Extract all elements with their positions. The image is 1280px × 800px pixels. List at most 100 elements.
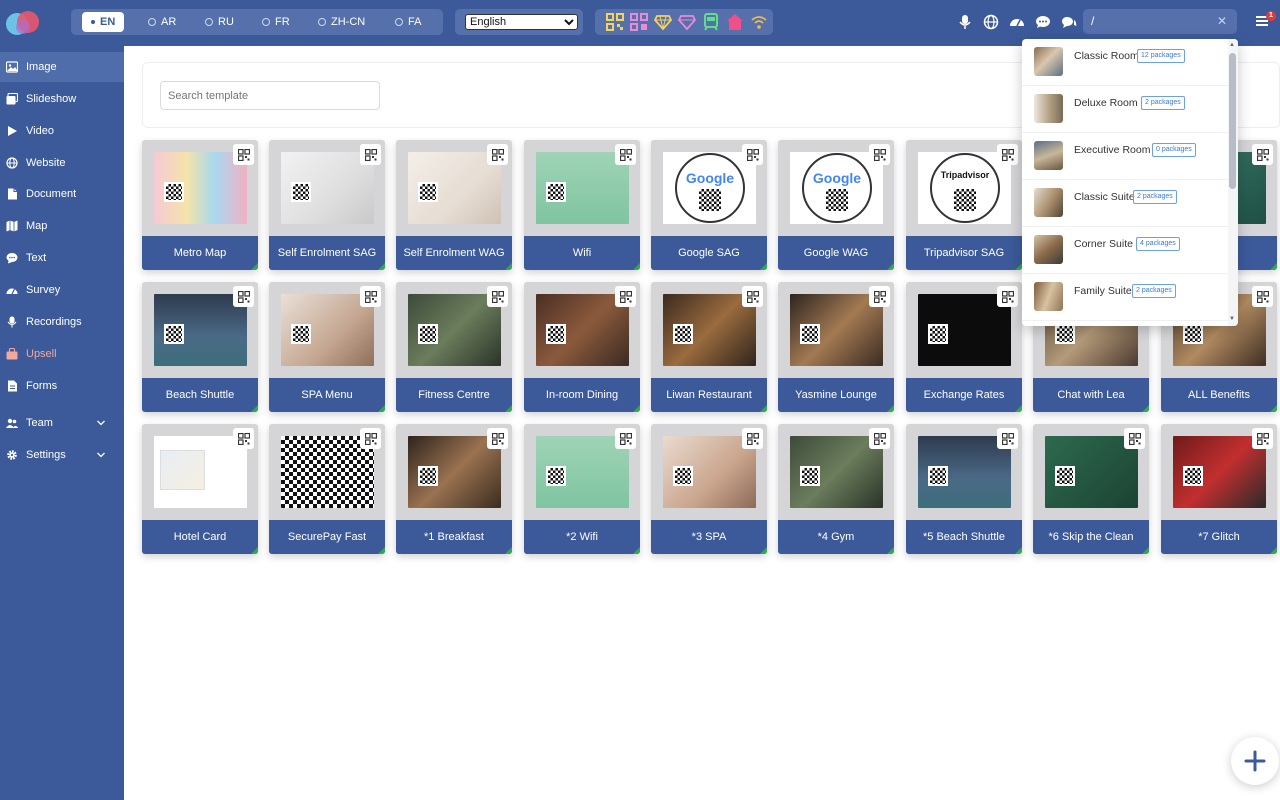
qr-code-button[interactable] xyxy=(360,428,381,449)
gem-icon[interactable] xyxy=(678,13,696,31)
template-label: *7 Glitch xyxy=(1161,520,1277,554)
qr-code-button[interactable] xyxy=(487,428,508,449)
sidebar-item-video[interactable]: Video xyxy=(0,116,124,146)
qr-code-button[interactable] xyxy=(742,144,763,165)
dropdown-item-corner-suite[interactable]: Corner Suite 4 packages xyxy=(1022,227,1228,274)
qr-code-button[interactable] xyxy=(1252,144,1273,165)
template-card-7-glitch[interactable]: *7 Glitch xyxy=(1161,424,1277,554)
clear-search-button[interactable]: ✕ xyxy=(1217,14,1227,28)
template-card-google-sag[interactable]: Google Google SAG xyxy=(651,140,767,270)
template-card-5-beach-shuttle[interactable]: *5 Beach Shuttle xyxy=(906,424,1022,554)
qr-code-button[interactable] xyxy=(615,428,636,449)
qr-scan-icon[interactable] xyxy=(630,13,648,31)
qr-code-button[interactable] xyxy=(742,428,763,449)
qr-code-button[interactable] xyxy=(997,144,1018,165)
app-logo[interactable] xyxy=(3,7,43,37)
template-card-spa-menu[interactable]: SPA Menu xyxy=(269,282,385,412)
sidebar-item-website[interactable]: Website xyxy=(0,148,124,178)
lang-option-fr[interactable]: FR xyxy=(262,12,290,32)
microphone-icon[interactable] xyxy=(957,14,973,30)
template-card-6-skip-the-clean[interactable]: *6 Skip the Clean xyxy=(1033,424,1149,554)
template-card-self-enrolment-sag[interactable]: Self Enrolment SAG xyxy=(269,140,385,270)
qr-code-button[interactable] xyxy=(615,144,636,165)
add-template-button[interactable] xyxy=(1231,737,1279,785)
qr-code-button[interactable] xyxy=(869,286,890,307)
home-icon[interactable] xyxy=(726,13,744,31)
dashboard-icon[interactable] xyxy=(1009,14,1025,30)
template-card-exchange-rates[interactable]: Exchange Rates xyxy=(906,282,1022,412)
dropdown-item-deluxe-room[interactable]: Deluxe Room 2 packages xyxy=(1022,86,1228,133)
template-card-2-wifi[interactable]: *2 Wifi xyxy=(524,424,640,554)
scroll-down-icon[interactable]: ▼ xyxy=(1229,316,1235,322)
sidebar-item-team[interactable]: Team xyxy=(0,408,124,438)
template-card-beach-shuttle[interactable]: Beach Shuttle xyxy=(142,282,258,412)
template-card-liwan-restaurant[interactable]: Liwan Restaurant xyxy=(651,282,767,412)
qr-code-button[interactable] xyxy=(997,428,1018,449)
template-card-yasmine-lounge[interactable]: Yasmine Lounge xyxy=(778,282,894,412)
qr-code-button[interactable] xyxy=(487,286,508,307)
dropdown-item-family-suite[interactable]: Family Suite 2 packages xyxy=(1022,274,1228,321)
qr-code-button[interactable] xyxy=(360,286,381,307)
qr-code-icon[interactable] xyxy=(606,13,624,31)
qr-code-button[interactable] xyxy=(1252,286,1273,307)
lang-option-zh-cn[interactable]: ZH-CN xyxy=(318,12,365,32)
qr-code-button[interactable] xyxy=(1252,428,1273,449)
play-icon xyxy=(8,126,17,136)
template-card-hotel-card[interactable]: Hotel Card xyxy=(142,424,258,554)
sidebar-item-upsell[interactable]: Upsell xyxy=(0,339,124,369)
conversation-icon[interactable] xyxy=(1061,14,1077,30)
template-card-tripadvisor-sag[interactable]: Tripadvisor Tripadvisor SAG xyxy=(906,140,1022,270)
dropdown-scroll-thumb[interactable] xyxy=(1229,53,1236,189)
dropdown-item-classic-room[interactable]: Classic Room 12 packages xyxy=(1022,39,1228,86)
template-card-wifi[interactable]: Wifi xyxy=(524,140,640,270)
active-indicator xyxy=(760,263,767,270)
sidebar-item-map[interactable]: Map xyxy=(0,211,124,241)
diamond-icon[interactable] xyxy=(654,13,672,31)
qr-code-button[interactable] xyxy=(869,144,890,165)
template-card-google-wag[interactable]: Google Google WAG xyxy=(778,140,894,270)
globe-icon[interactable] xyxy=(983,14,999,30)
qr-code-button[interactable] xyxy=(487,144,508,165)
template-card-fitness-centre[interactable]: Fitness Centre xyxy=(396,282,512,412)
qr-code-button[interactable] xyxy=(1124,428,1145,449)
qr-code-image xyxy=(1055,324,1075,344)
qr-code-image xyxy=(164,182,184,202)
template-card-1-breakfast[interactable]: *1 Breakfast xyxy=(396,424,512,554)
lang-option-en[interactable]: EN xyxy=(82,12,125,32)
template-card-securepay-fast[interactable]: SecurePay Fast xyxy=(269,424,385,554)
lang-option-fa[interactable]: FA xyxy=(395,12,421,32)
sidebar-item-slideshow[interactable]: Slideshow xyxy=(0,84,124,114)
qr-code-button[interactable] xyxy=(615,286,636,307)
transport-icon[interactable] xyxy=(702,13,720,31)
template-card-4-gym[interactable]: *4 Gym xyxy=(778,424,894,554)
template-card-metro-map[interactable]: Metro Map xyxy=(142,140,258,270)
dropdown-item-classic-suite[interactable]: Classic Suite 2 packages xyxy=(1022,180,1228,227)
sidebar-item-document[interactable]: Document xyxy=(0,179,124,209)
sidebar-item-survey[interactable]: Survey xyxy=(0,275,124,305)
sidebar-item-settings[interactable]: Settings xyxy=(0,440,124,470)
scroll-up-icon[interactable]: ▲ xyxy=(1229,42,1235,48)
chat-icon[interactable] xyxy=(1035,14,1051,30)
active-indicator xyxy=(505,263,512,270)
template-card-in-room-dining[interactable]: In-room Dining xyxy=(524,282,640,412)
sidebar-item-image[interactable]: Image xyxy=(0,52,124,82)
template-card-3-spa[interactable]: *3 SPA xyxy=(651,424,767,554)
qr-code-button[interactable] xyxy=(869,428,890,449)
qr-code-button[interactable] xyxy=(233,286,254,307)
template-card-self-enrolment-wag[interactable]: Self Enrolment WAG xyxy=(396,140,512,270)
global-search-input[interactable] xyxy=(1091,12,1211,30)
lang-option-ar[interactable]: AR xyxy=(148,12,176,32)
qr-code-button[interactable] xyxy=(360,144,381,165)
display-language-select[interactable]: English xyxy=(465,14,578,30)
lang-option-ru[interactable]: RU xyxy=(205,12,234,32)
sidebar-item-recordings[interactable]: Recordings xyxy=(0,307,124,337)
wifi-icon[interactable] xyxy=(750,13,768,31)
qr-code-button[interactable] xyxy=(742,286,763,307)
sidebar-item-text[interactable]: Text xyxy=(0,243,124,273)
sidebar-item-forms[interactable]: Forms xyxy=(0,371,124,401)
qr-code-button[interactable] xyxy=(233,144,254,165)
qr-code-button[interactable] xyxy=(997,286,1018,307)
qr-code-button[interactable] xyxy=(233,428,254,449)
template-search-input[interactable] xyxy=(160,81,380,110)
dropdown-item-executive-room[interactable]: Executive Room 0 packages xyxy=(1022,133,1228,180)
